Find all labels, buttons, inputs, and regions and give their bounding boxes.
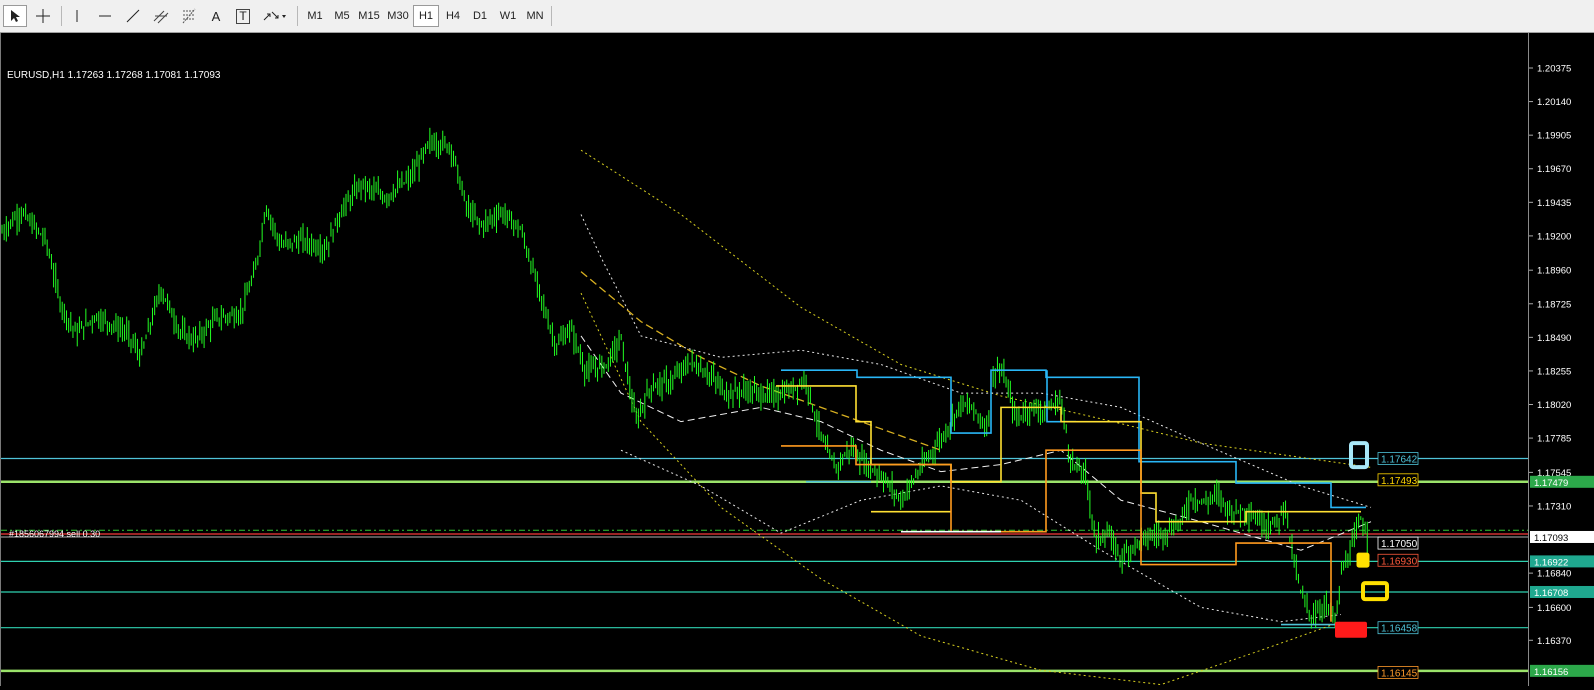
trendline-icon: [126, 9, 140, 23]
axis-tick-label-1: 1.20140: [1537, 97, 1571, 108]
axis-tick-label-9: 1.18255: [1537, 366, 1571, 377]
axis-tick-label-5: 1.19200: [1537, 231, 1571, 242]
axis-tick-label-13: 1.17310: [1537, 501, 1571, 512]
marker-blue: [1349, 441, 1369, 470]
axis-tick-label-7: 1.18725: [1537, 299, 1571, 310]
horizontal-line-button[interactable]: [93, 5, 117, 27]
text-label-icon: T: [236, 8, 250, 24]
envelope-band-3: [620, 449, 1342, 623]
channel-button[interactable]: [149, 5, 173, 27]
inline-price-label-4: 1.16458: [1381, 624, 1418, 635]
fibonacci-icon: [182, 8, 196, 24]
price-axis-canvas: 1.20375 1.20140 1.19905 1.19670 1.19435 1.192…: [1529, 64, 1594, 678]
axis-tick-label-6: 1.18960: [1537, 266, 1571, 277]
envelope-band-2: [580, 214, 1372, 508]
axis-level-label-5: 1.16156: [1534, 667, 1568, 678]
axis-level-label-1: 1.17479: [1534, 478, 1568, 489]
axis-tick-label-15: 1.16600: [1537, 603, 1571, 614]
toolbar-separator: [61, 6, 62, 26]
timeframe-m5[interactable]: M5: [329, 5, 355, 27]
moving-average-line: [580, 271, 942, 451]
price-chart[interactable]: 1.17642 1.17493 1.17050 1.16930 1.16458 1.161…: [0, 33, 1528, 686]
horizontal-line-icon: [99, 15, 111, 17]
axis-level-label-3: 1.16708: [1534, 588, 1568, 599]
envelope-band-0: [580, 149, 1372, 468]
text-button[interactable]: A: [205, 5, 227, 27]
symbol-info: EURUSD,H1 1.17263 1.17268 1.17081 1.1709…: [7, 70, 221, 81]
crosshair-icon: [36, 9, 50, 23]
channel-icon: [153, 10, 169, 24]
timeframe-h1[interactable]: H1: [413, 5, 439, 27]
trendline-button[interactable]: [121, 5, 145, 27]
toolbar: A T M1 M5 M15 M30 H1 H4 D1 W1 MN: [0, 0, 1594, 33]
crosshair-button[interactable]: [31, 5, 55, 27]
text-icon: A: [211, 8, 221, 24]
envelope-band-1: [580, 292, 1342, 686]
timeframe-d1[interactable]: D1: [467, 5, 493, 27]
arrows-icon: [263, 11, 286, 21]
axis-tick-label-8: 1.18490: [1537, 333, 1571, 344]
order-label: #1856067994 sell 0.30: [9, 529, 101, 539]
chart-canvas[interactable]: 1.17642 1.17493 1.17050 1.16930 1.16458 1.161…: [1, 33, 1528, 686]
marker-red: [1335, 621, 1367, 638]
inline-price-label-3: 1.16930: [1381, 556, 1418, 567]
axis-tick-label-4: 1.19435: [1537, 198, 1571, 209]
timeframe-mn[interactable]: MN: [522, 5, 548, 27]
step-channel-0: [781, 369, 1366, 509]
inline-price-label-5: 1.16145: [1381, 668, 1418, 679]
axis-tick-label-10: 1.18020: [1537, 400, 1571, 411]
axis-tick-label-0: 1.20375: [1537, 64, 1571, 75]
marker-yellow-small: [1356, 552, 1370, 568]
axis-tick-label-3: 1.19670: [1537, 164, 1571, 175]
text-label-button[interactable]: T: [232, 5, 254, 27]
signal-line: [580, 335, 1372, 551]
axis-tick-label-11: 1.17785: [1537, 434, 1571, 445]
vertical-line-button[interactable]: [66, 5, 88, 27]
timeframe-m30[interactable]: M30: [385, 5, 411, 27]
inline-price-label-2: 1.17050: [1381, 539, 1418, 550]
arrows-button[interactable]: [260, 5, 290, 27]
inline-price-label-0: 1.17642: [1381, 455, 1418, 466]
timeframe-h4[interactable]: H4: [440, 5, 466, 27]
fibonacci-button[interactable]: [177, 5, 201, 27]
axis-tick-label-14: 1.16840: [1537, 569, 1571, 580]
toolbar-separator: [297, 6, 298, 26]
axis-level-label-2: 1.16922: [1534, 557, 1568, 568]
cursor-icon: [11, 10, 20, 22]
axis-current-price-label: 1.17093: [1534, 533, 1568, 544]
toolbar-separator: [551, 6, 552, 26]
price-axis[interactable]: 1.20375 1.20140 1.19905 1.19670 1.19435 1.192…: [1528, 33, 1594, 686]
inline-price-label-1: 1.17493: [1381, 476, 1418, 487]
axis-tick-label-2: 1.19905: [1537, 131, 1571, 142]
vertical-line-icon: [76, 10, 78, 22]
marker-yellow-box: [1361, 581, 1389, 602]
timeframe-w1[interactable]: W1: [495, 5, 521, 27]
cursor-button[interactable]: [3, 5, 27, 27]
axis-tick-label-16: 1.16370: [1537, 636, 1571, 647]
timeframe-m1[interactable]: M1: [302, 5, 328, 27]
timeframe-m15[interactable]: M15: [356, 5, 382, 27]
